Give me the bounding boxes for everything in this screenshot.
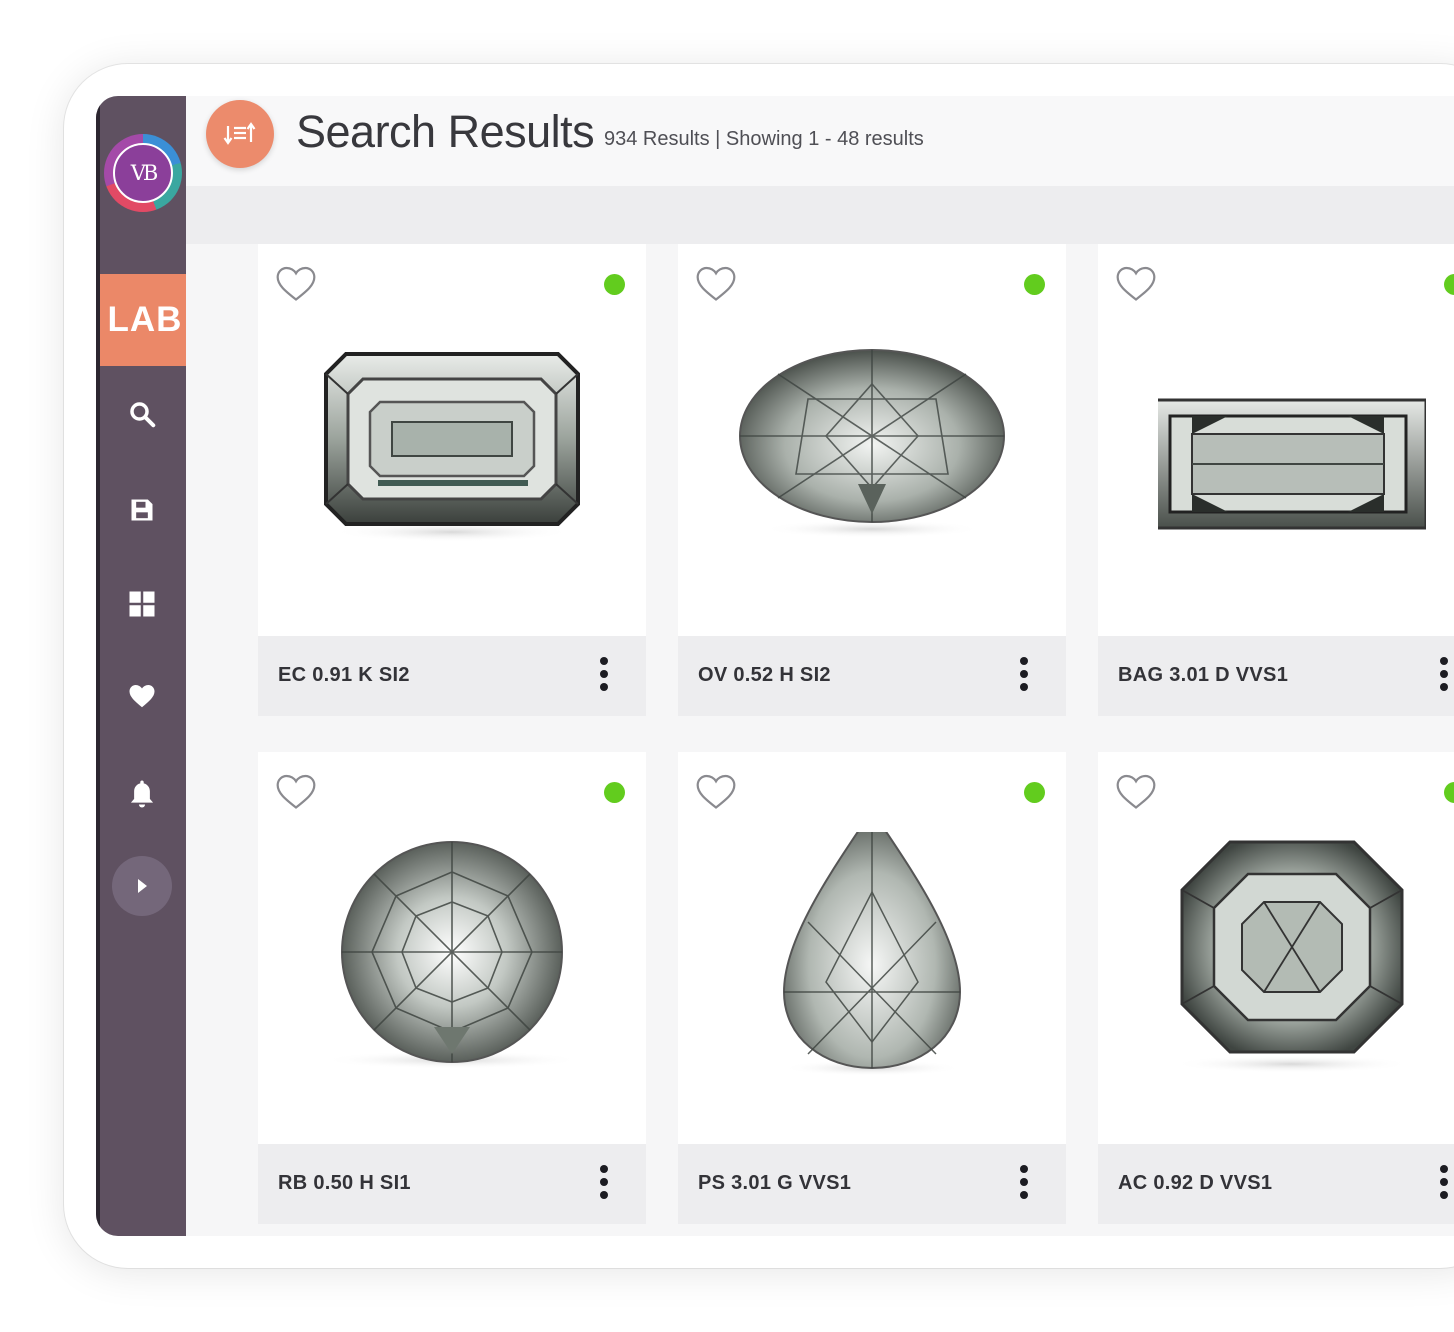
- availability-dot: [1024, 782, 1045, 803]
- heart-icon[interactable]: [122, 676, 162, 716]
- card-footer: BAG 3.01 D VVS1: [1098, 636, 1454, 716]
- expand-sidebar-button[interactable]: [112, 856, 172, 916]
- filter-strip: [186, 186, 1454, 244]
- availability-dot: [1444, 782, 1454, 803]
- diamond-image-round: [322, 841, 582, 1069]
- more-options-icon[interactable]: [592, 650, 616, 698]
- sort-icon: [223, 122, 256, 145]
- brand-logo[interactable]: VB: [104, 134, 182, 212]
- more-options-icon[interactable]: [1012, 650, 1036, 698]
- availability-dot: [1444, 274, 1454, 295]
- card-label[interactable]: AC 0.92 D VVS1: [1118, 1172, 1272, 1195]
- favorite-heart-icon[interactable]: [274, 770, 318, 812]
- diamond-image-emerald: [324, 352, 580, 542]
- sidebar: VB LAB: [96, 96, 190, 1236]
- card-footer: AC 0.92 D VVS1: [1098, 1144, 1454, 1224]
- diamond-image-pear: [782, 832, 962, 1076]
- save-icon[interactable]: [122, 490, 162, 530]
- product-card[interactable]: PS 3.01 G VVS1: [678, 752, 1066, 1224]
- card-footer: RB 0.50 H SI1: [258, 1144, 646, 1224]
- lab-label: LAB: [107, 300, 183, 339]
- more-options-icon[interactable]: [592, 1158, 616, 1206]
- lab-button[interactable]: LAB: [100, 274, 190, 366]
- expand-arrow-icon: [138, 879, 147, 893]
- more-options-icon[interactable]: [1432, 1158, 1454, 1206]
- favorite-heart-icon[interactable]: [694, 262, 738, 304]
- header: Search Results 934 Results | Showing 1 -…: [186, 96, 1454, 186]
- product-card[interactable]: BAG 3.01 D VVS1: [1098, 244, 1454, 716]
- card-footer: OV 0.52 H SI2: [678, 636, 1066, 716]
- product-card[interactable]: EC 0.91 K SI2: [258, 244, 646, 716]
- availability-dot: [604, 782, 625, 803]
- card-label[interactable]: RB 0.50 H SI1: [278, 1172, 411, 1195]
- search-icon[interactable]: [122, 394, 162, 434]
- page-title: Search Results: [296, 106, 595, 157]
- product-card[interactable]: RB 0.50 H SI1: [258, 752, 646, 1224]
- app-screen: VB LAB Search Results 934 Results | Show…: [96, 96, 1454, 1236]
- availability-dot: [1024, 274, 1045, 295]
- favorite-heart-icon[interactable]: [274, 262, 318, 304]
- product-card[interactable]: AC 0.92 D VVS1: [1098, 752, 1454, 1224]
- card-footer: PS 3.01 G VVS1: [678, 1144, 1066, 1224]
- sort-button[interactable]: [206, 100, 274, 168]
- card-footer: EC 0.91 K SI2: [258, 636, 646, 716]
- grid-icon[interactable]: [122, 584, 162, 624]
- favorite-heart-icon[interactable]: [694, 770, 738, 812]
- diamond-image-oval: [739, 349, 1005, 538]
- diamond-image-baguette: [1158, 398, 1426, 532]
- brand-logo-text: VB: [113, 143, 173, 203]
- bell-icon[interactable]: [122, 774, 162, 814]
- favorite-heart-icon[interactable]: [1114, 262, 1158, 304]
- card-label[interactable]: BAG 3.01 D VVS1: [1118, 664, 1288, 687]
- card-label[interactable]: EC 0.91 K SI2: [278, 664, 410, 687]
- card-label[interactable]: PS 3.01 G VVS1: [698, 1172, 851, 1195]
- diamond-image-asscher: [1172, 840, 1412, 1073]
- more-options-icon[interactable]: [1432, 650, 1454, 698]
- product-card[interactable]: OV 0.52 H SI2: [678, 244, 1066, 716]
- availability-dot: [604, 274, 625, 295]
- more-options-icon[interactable]: [1012, 1158, 1036, 1206]
- favorite-heart-icon[interactable]: [1114, 770, 1158, 812]
- card-label[interactable]: OV 0.52 H SI2: [698, 664, 831, 687]
- result-summary: 934 Results | Showing 1 - 48 results: [604, 128, 924, 150]
